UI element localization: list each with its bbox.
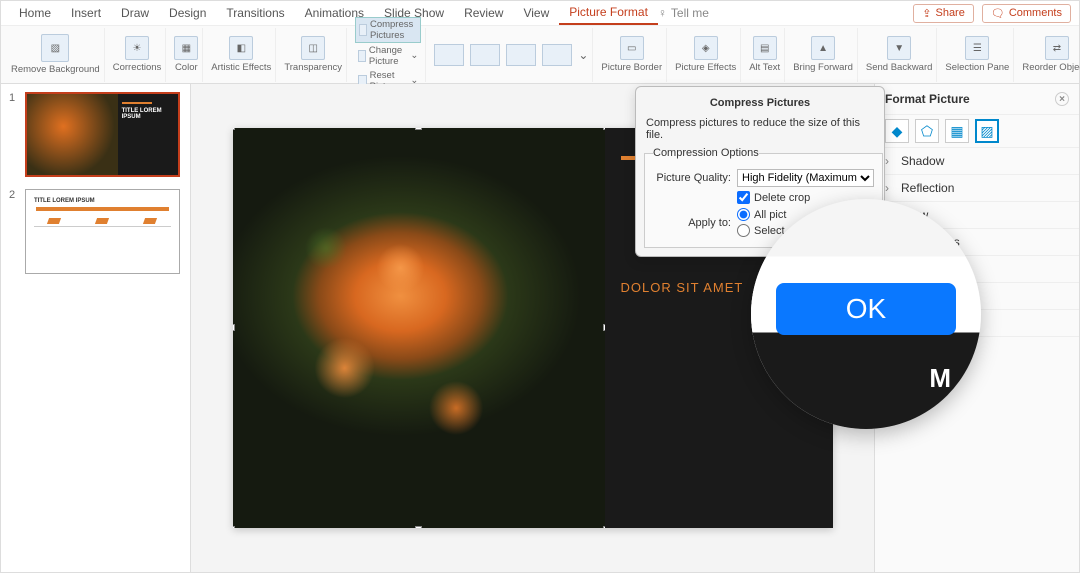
accent-line (122, 102, 152, 104)
section-reflection[interactable]: Reflection (875, 175, 1079, 202)
picture-quality-label: Picture Quality: (653, 172, 731, 184)
picture-styles-gallery[interactable]: ⌄ (430, 28, 593, 82)
close-icon[interactable]: × (1055, 92, 1069, 106)
dialog-title: Compress Pictures (636, 95, 884, 117)
transparency-icon: ◫ (301, 36, 325, 60)
ok-button[interactable]: OK (776, 283, 956, 335)
fill-tab[interactable]: ◆ (885, 119, 909, 143)
tab-view[interactable]: View (513, 2, 559, 24)
selection-handles[interactable] (233, 128, 605, 528)
artistic-icon: ◧ (229, 36, 253, 60)
bring-fwd-icon: ▲ (811, 36, 835, 60)
slide-thumb-2[interactable]: 2 TITLE LOREM IPSUM (9, 189, 182, 274)
border-icon: ▭ (620, 36, 644, 60)
tab-insert[interactable]: Insert (61, 2, 111, 24)
apply-to-label: Apply to: (653, 217, 731, 229)
slide-panel: 1 TITLE LOREM IPSUM 2 TITLE LOREM IPSUM (1, 84, 191, 572)
reorder-icon: ⇄ (1045, 36, 1069, 60)
corrections-icon: ☀ (125, 36, 149, 60)
dialog-section-label: Compression Options (653, 147, 759, 159)
color-icon: ▦ (174, 36, 198, 60)
picture-quality-select[interactable]: High Fidelity (Maximum (737, 169, 874, 187)
remove-background-button[interactable]: ▧ Remove Background (7, 28, 105, 82)
tab-transitions[interactable]: Transitions (216, 2, 294, 24)
reorder-button[interactable]: ⇄ Reorder Objects (1018, 28, 1080, 82)
pane-title: Format Picture (885, 92, 970, 106)
style-thumb-3[interactable] (506, 44, 536, 66)
selection-icon: ☰ (965, 36, 989, 60)
slide-1-image (27, 94, 118, 175)
lightbulb-icon: ♀ (658, 6, 667, 20)
effects-icon: ◈ (694, 36, 718, 60)
send-back-icon: ▼ (887, 36, 911, 60)
dialog-description: Compress pictures to reduce the size of … (636, 117, 884, 147)
main-area: 1 TITLE LOREM IPSUM 2 TITLE LOREM IPSUM (1, 84, 1079, 572)
slide-2-preview: TITLE LOREM IPSUM (25, 189, 180, 274)
compress-icon (359, 24, 367, 36)
comment-icon: 🗨 (991, 7, 1005, 20)
corrections-button[interactable]: ☀ Corrections (109, 28, 167, 82)
bring-forward-button[interactable]: ▲ Bring Forward (789, 28, 858, 82)
slide-canvas[interactable]: DOLOR SIT AMET Compress Pictures Compres… (191, 84, 874, 572)
app-window: Home Insert Draw Design Transitions Anim… (0, 0, 1080, 573)
tab-review[interactable]: Review (454, 2, 513, 24)
compress-pictures-button[interactable]: Compress Pictures (355, 17, 421, 43)
transparency-button[interactable]: ◫ Transparency (280, 28, 347, 82)
send-backward-button[interactable]: ▼ Send Backward (862, 28, 938, 82)
share-icon: ⇪ (922, 7, 931, 20)
picture-border-button[interactable]: ▭ Picture Border (597, 28, 667, 82)
remove-bg-icon: ▧ (41, 34, 69, 62)
section-shadow[interactable]: Shadow (875, 148, 1079, 175)
slide-title-fragment: M (929, 363, 953, 394)
artistic-effects-button[interactable]: ◧ Artistic Effects (207, 28, 276, 82)
selection-pane-button[interactable]: ☰ Selection Pane (941, 28, 1014, 82)
style-thumb-4[interactable] (542, 44, 572, 66)
comments-button[interactable]: 🗨 Comments (982, 4, 1071, 23)
slide-1-preview: TITLE LOREM IPSUM (25, 92, 180, 177)
tab-picture-format[interactable]: Picture Format (559, 1, 658, 25)
share-button[interactable]: ⇪ Share (913, 4, 974, 23)
picture-tab[interactable]: ▨ (975, 119, 999, 143)
tell-me[interactable]: ♀ Tell me (658, 6, 709, 20)
magnifier-callout: OK M (751, 199, 981, 429)
ribbon: ▧ Remove Background ☀ Corrections ▦ Colo… (1, 26, 1079, 84)
picture-effects-button[interactable]: ◈ Picture Effects (671, 28, 741, 82)
selected-image[interactable] (233, 128, 605, 528)
style-thumb-2[interactable] (470, 44, 500, 66)
size-tab[interactable]: ▦ (945, 119, 969, 143)
tab-home[interactable]: Home (9, 2, 61, 24)
chevron-down-icon[interactable]: ⌄ (578, 48, 588, 62)
tab-draw[interactable]: Draw (111, 2, 159, 24)
color-button[interactable]: ▦ Color (170, 28, 203, 82)
effects-tab[interactable]: ⬠ (915, 119, 939, 143)
alt-text-button[interactable]: ▤ Alt Text (745, 28, 785, 82)
change-picture-button[interactable]: Change Picture ⌄ (355, 44, 421, 68)
style-thumb-1[interactable] (434, 44, 464, 66)
alt-text-icon: ▤ (753, 36, 777, 60)
tab-design[interactable]: Design (159, 2, 216, 24)
pane-tabs: ◆ ⬠ ▦ ▨ (875, 115, 1079, 148)
slide-thumb-1[interactable]: 1 TITLE LOREM IPSUM (9, 92, 182, 177)
tabstrip: Home Insert Draw Design Transitions Anim… (1, 1, 1079, 26)
change-pic-icon (358, 50, 366, 62)
